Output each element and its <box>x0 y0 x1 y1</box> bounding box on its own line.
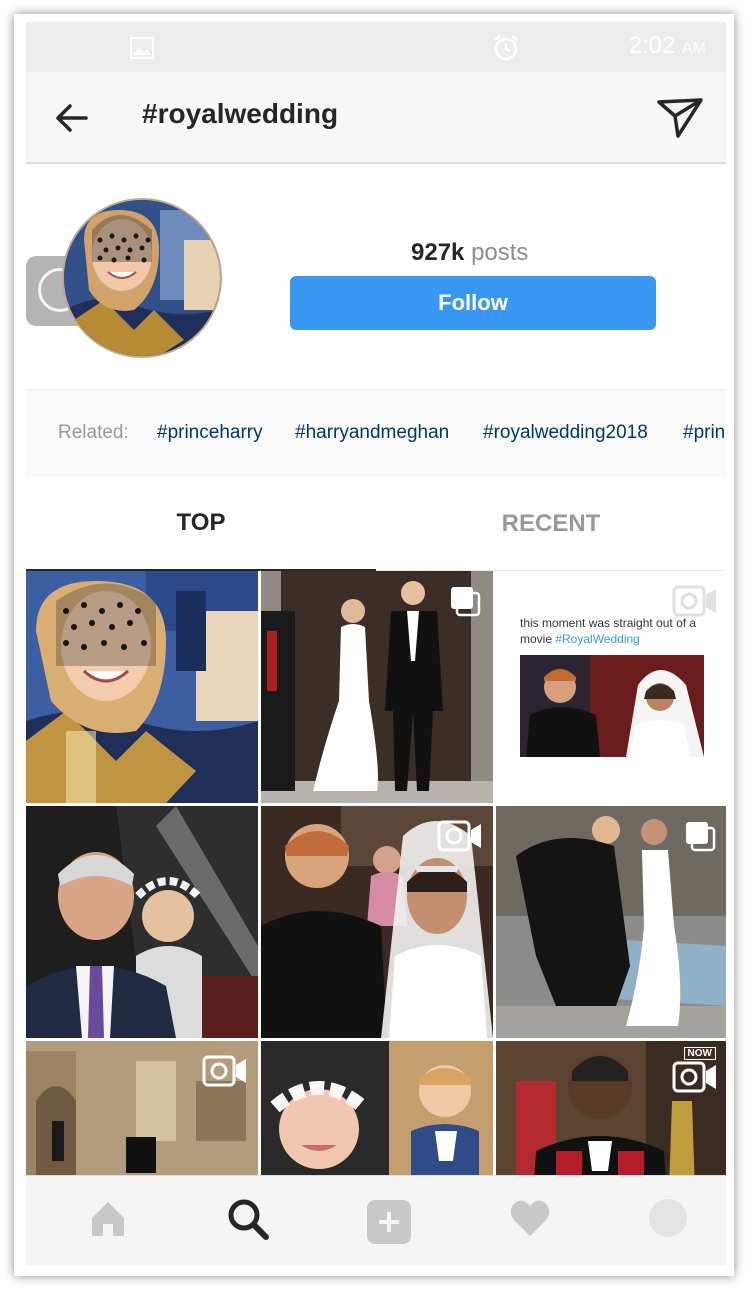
paper-plane-icon[interactable] <box>656 96 704 140</box>
related-tags-bar: Related: #princeharry #harryandmeghan #r… <box>26 389 726 479</box>
alarm-icon <box>494 35 518 61</box>
hashtag-avatar[interactable] <box>62 198 222 358</box>
post-4-photo <box>26 806 258 1038</box>
post-grid: this moment was straight out of a movie … <box>26 571 726 1175</box>
post-3-caption-tag: #RoyalWedding <box>555 632 640 646</box>
post-count-label: posts <box>471 239 529 266</box>
post-1-photo <box>26 571 258 803</box>
avatar-photo <box>64 200 220 356</box>
status-bar: 2:02 AM <box>26 22 726 72</box>
video-icon <box>437 820 481 852</box>
grid-post-4[interactable] <box>26 806 258 1038</box>
add-post-icon[interactable] <box>365 1198 413 1246</box>
tab-recent[interactable]: RECENT <box>376 477 726 571</box>
image-icon <box>130 37 154 59</box>
post-3-caption-line2: movie #RoyalWedding <box>520 631 720 647</box>
profile-icon[interactable] <box>648 1198 688 1238</box>
post-3-caption: this moment was straight out of a movie … <box>520 615 720 647</box>
related-label: Related: <box>58 422 129 443</box>
video-icon <box>202 1055 246 1087</box>
related-tag-harryandmeghan[interactable]: #harryandmeghan <box>295 422 449 444</box>
post-3-inset-photo <box>520 655 704 757</box>
feed-tabs: TOP RECENT <box>26 477 726 571</box>
page-title: #royalwedding <box>142 98 339 129</box>
grid-post-7[interactable] <box>26 1041 258 1175</box>
post-count: 927k posts <box>411 239 528 267</box>
grid-post-5[interactable] <box>261 806 493 1038</box>
multiple-photos-icon <box>686 822 716 852</box>
video-icon <box>672 585 716 617</box>
status-time: 2:02 AM <box>629 32 706 60</box>
grid-post-1[interactable] <box>26 571 258 803</box>
follow-button[interactable]: Follow <box>290 276 656 330</box>
post-3-caption-line1: this moment was straight out of a <box>520 616 697 630</box>
related-tag-royalwedding2018[interactable]: #royalwedding2018 <box>483 422 648 444</box>
post-3-caption-prefix: movie <box>520 632 556 646</box>
search-icon[interactable] <box>227 1198 269 1240</box>
arrow-left-icon[interactable] <box>54 100 90 136</box>
related-tag-prin[interactable]: #prin <box>683 422 725 444</box>
grid-post-2[interactable] <box>261 571 493 803</box>
header-bar: #royalwedding <box>26 72 726 164</box>
bottom-navigation <box>26 1175 726 1266</box>
post-8-photo <box>261 1041 493 1175</box>
now-badge: NOW <box>683 1047 716 1060</box>
grid-post-6[interactable] <box>496 806 726 1038</box>
multiple-photos-icon <box>451 587 481 617</box>
hashtag-profile: 927k posts Follow <box>26 164 726 389</box>
related-tag-princeharry[interactable]: #princeharry <box>157 422 263 444</box>
grid-post-9[interactable]: NOW <box>496 1041 726 1175</box>
grid-post-8[interactable] <box>261 1041 493 1175</box>
heart-icon[interactable] <box>509 1198 551 1238</box>
status-time-value: 2:02 <box>628 32 676 59</box>
status-ampm: AM <box>682 40 706 57</box>
home-icon[interactable] <box>88 1198 128 1238</box>
video-icon <box>672 1061 716 1093</box>
app-frame: 2:02 AM #royalwedding 927k posts Follow … <box>14 14 734 1276</box>
grid-post-3[interactable]: this moment was straight out of a movie … <box>496 571 726 803</box>
tab-top[interactable]: TOP <box>26 477 376 571</box>
post-count-value: 927k <box>411 239 465 266</box>
